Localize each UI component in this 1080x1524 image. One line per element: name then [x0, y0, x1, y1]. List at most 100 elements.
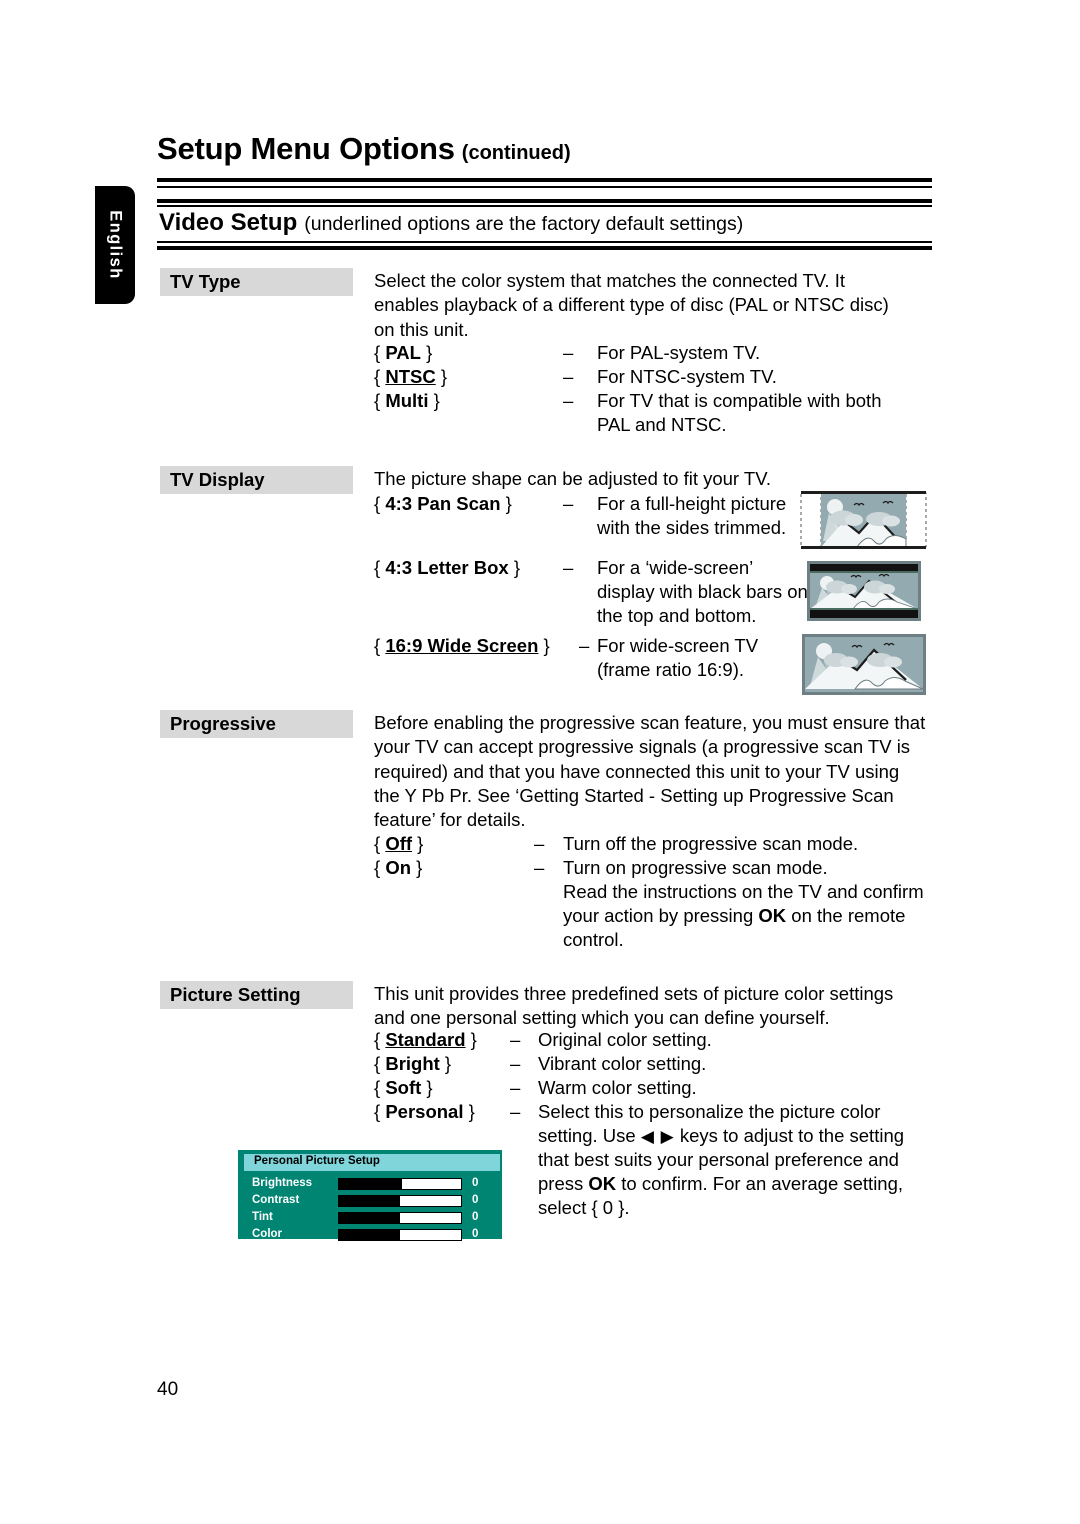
osd-title-text: Personal Picture Setup: [254, 1155, 380, 1167]
option-off-name: Off: [385, 833, 413, 854]
picture-setting-intro: This unit provides three predefined sets…: [374, 982, 949, 1031]
option-off: { Off }: [374, 833, 424, 854]
option-personal-desc-line-2a: setting. Use: [538, 1125, 641, 1146]
option-on: { On }: [374, 857, 423, 878]
left-right-arrow-icons: ◀ ▶: [640, 1127, 675, 1146]
option-ntsc-dash: –: [563, 366, 574, 387]
osd-slider-tint[interactable]: [338, 1212, 462, 1224]
row-label-picture-setting: Picture Setting: [160, 981, 353, 1009]
option-on-desc-line-1: Turn on progressive scan mode.: [563, 857, 828, 878]
row-label-tv-display-text: TV Display: [170, 469, 265, 490]
osd-slider-contrast[interactable]: [338, 1195, 462, 1207]
option-wide-screen: { 16:9 Wide Screen }: [374, 635, 550, 656]
option-standard-name: Standard: [385, 1029, 466, 1050]
progressive-intro-line-5: feature’ for details.: [374, 809, 526, 831]
option-personal-desc-line-4a: press: [538, 1173, 589, 1194]
ok-key-label-picture: OK: [588, 1173, 617, 1194]
option-pan-scan: { 4:3 Pan Scan }: [374, 493, 512, 514]
letter-box-tv-image: [807, 561, 921, 621]
pan-scan-tv-image: [799, 489, 928, 551]
option-letter-box: { 4:3 Letter Box }: [374, 557, 521, 578]
tv-type-intro-line-2: enables playback of a different type of …: [374, 294, 889, 316]
header-rule-thin-2: [157, 205, 932, 207]
option-bright-dash: –: [510, 1053, 521, 1074]
option-ntsc-name: NTSC: [385, 366, 436, 387]
row-label-picture-setting-text: Picture Setting: [170, 984, 301, 1005]
tv-display-intro: The picture shape can be adjusted to fit…: [374, 467, 934, 491]
header-rule-thin-1: [157, 186, 932, 188]
osd-slider-brightness[interactable]: [338, 1178, 462, 1190]
option-standard-desc: Original color setting.: [538, 1029, 712, 1050]
osd-slider-fill-contrast: [339, 1196, 400, 1206]
option-on-desc-line-4: control.: [563, 929, 624, 950]
osd-title-bar: Personal Picture Setup: [244, 1154, 500, 1171]
header-rule-thick-2: [157, 199, 932, 203]
header-rule-thin-3: [157, 241, 932, 243]
wide-screen-tv-image: [802, 634, 926, 695]
option-off-desc: Turn off the progressive scan mode.: [563, 833, 859, 854]
section-heading-title: Video Setup: [159, 209, 298, 236]
page-title: Setup Menu Options (continued): [157, 131, 571, 167]
option-personal: { Personal }: [374, 1101, 475, 1122]
section-heading: Video Setup (underlined options are the f…: [159, 209, 743, 237]
option-wide-screen-dash: –: [579, 635, 590, 656]
progressive-intro-line-1: Before enabling the progressive scan fea…: [374, 712, 926, 733]
option-personal-desc-line-4: press OK to confirm. For an average sett…: [538, 1172, 958, 1196]
option-soft-desc: Warm color setting.: [538, 1077, 697, 1098]
row-label-progressive: Progressive: [160, 710, 353, 738]
option-pal-desc: For PAL-system TV.: [597, 342, 761, 363]
osd-slider-fill-tint: [339, 1213, 400, 1223]
progressive-intro-line-4: the Y Pb Pr. See ‘Getting Started - Sett…: [374, 784, 894, 806]
option-bright: { Bright }: [374, 1053, 452, 1074]
picture-setting-intro-line-1: This unit provides three predefined sets…: [374, 983, 894, 1004]
option-personal-desc-line-1: Select this to personalize the picture c…: [538, 1101, 881, 1122]
option-on-desc-line-2: Read the instructions on the TV and conf…: [563, 881, 924, 902]
osd-label-tint: Tint: [252, 1211, 273, 1223]
osd-row-tint: Tint 0: [238, 1210, 502, 1227]
option-pal-dash: –: [563, 342, 574, 363]
language-tab-english: English: [95, 186, 135, 304]
osd-row-contrast: Contrast 0: [238, 1193, 502, 1210]
option-personal-dash: –: [510, 1101, 521, 1122]
osd-label-color: Color: [252, 1228, 283, 1240]
option-standard: { Standard }: [374, 1029, 477, 1050]
option-letter-box-dash: –: [563, 557, 574, 578]
osd-row-brightness: Brightness 0: [238, 1176, 502, 1193]
option-on-desc-line-3c: on the remote: [786, 905, 906, 926]
option-bright-name: Bright: [385, 1053, 440, 1074]
option-bright-desc: Vibrant color setting.: [538, 1053, 707, 1074]
option-pal: { PAL }: [374, 342, 433, 363]
option-soft: { Soft }: [374, 1077, 433, 1098]
progressive-intro-line-2: your TV can accept progressive signals (…: [374, 736, 911, 758]
picture-setting-intro-line-2: and one personal setting which you can d…: [374, 1007, 830, 1029]
row-label-tv-display: TV Display: [160, 466, 353, 494]
osd-slider-color[interactable]: [338, 1229, 462, 1241]
osd-row-color: Color 0: [238, 1227, 502, 1244]
page-title-suffix: (continued): [461, 142, 571, 164]
option-personal-desc-line-5: select { 0 }.: [538, 1197, 630, 1218]
osd-slider-fill-color: [339, 1230, 400, 1240]
page-title-main: Setup Menu Options: [157, 131, 455, 166]
option-on-name: On: [385, 857, 412, 878]
page-number: 40: [157, 1379, 179, 1400]
option-off-dash: –: [534, 833, 545, 854]
tv-display-intro-line-1: The picture shape can be adjusted to fit…: [374, 468, 771, 489]
option-on-desc-line-3a: your action by pressing: [563, 905, 759, 926]
option-standard-dash: –: [510, 1029, 521, 1050]
option-pan-scan-name: 4:3 Pan Scan: [385, 493, 501, 514]
option-multi-desc-line-2: PAL and NTSC.: [597, 414, 727, 435]
osd-value-tint: 0: [472, 1211, 479, 1223]
option-multi: { Multi }: [374, 390, 440, 411]
option-personal-name: Personal: [385, 1101, 464, 1122]
option-soft-name: Soft: [385, 1077, 422, 1098]
tv-type-intro-line-3: on this unit.: [374, 318, 469, 340]
option-on-desc-line-3: your action by pressing OK on the remote: [563, 904, 983, 928]
osd-value-color: 0: [472, 1228, 479, 1240]
option-ntsc: { NTSC }: [374, 366, 448, 387]
header-rule-thick-1: [157, 178, 932, 182]
manual-page: English Setup Menu Options (continued) Vi…: [0, 0, 1080, 1524]
progressive-intro-line-3: required) and that you have connected th…: [374, 760, 900, 782]
option-soft-dash: –: [510, 1077, 521, 1098]
tv-type-intro-line-1: Select the color system that matches the…: [374, 270, 845, 291]
option-pal-name: PAL: [385, 342, 421, 363]
